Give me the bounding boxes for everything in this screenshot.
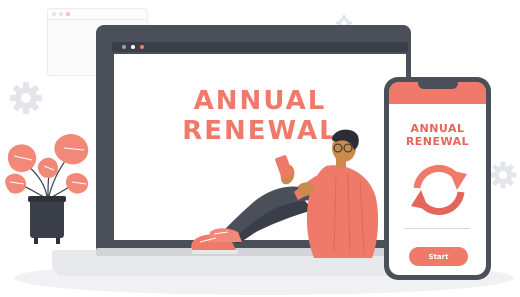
window-dot [140,45,144,49]
phone-title: ANNUAL RENEWAL [392,122,483,148]
monstera-plant-icon [5,134,89,244]
gear-icon [489,161,517,189]
window-dot [122,45,126,49]
laptop-window-bar [112,42,408,52]
gear-icon [10,82,42,114]
phone-divider [404,228,470,229]
laptop-title-line1: ANNUAL [193,86,327,116]
start-button[interactable]: Start [409,247,468,266]
phone-title-line2: RENEWAL [405,135,470,148]
refresh-arrows-icon [411,165,467,215]
phone-notch [418,82,458,89]
person-with-phone-illustration [191,129,379,258]
phone-title-line1: ANNUAL [410,122,465,135]
window-dot [131,45,135,49]
